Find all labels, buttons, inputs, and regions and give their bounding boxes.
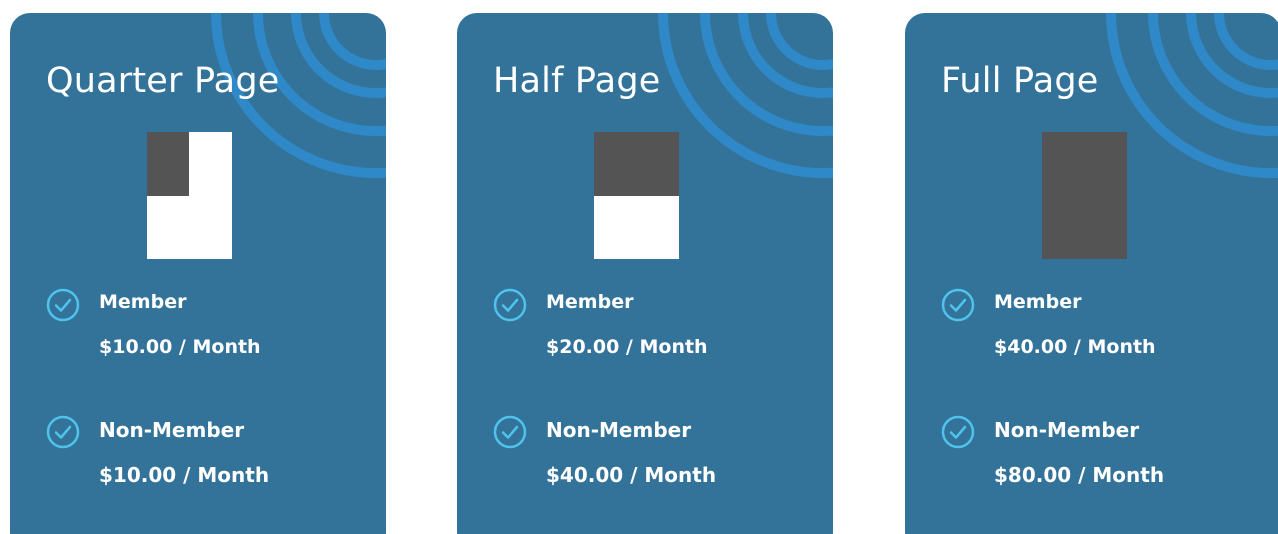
tier-price: $40.00 / Month bbox=[994, 336, 1156, 358]
pricing-card-quarter-page: Quarter Page Member $10.00 / Month Non-M… bbox=[10, 13, 386, 534]
page-fill-region bbox=[1042, 132, 1127, 259]
check-circle-icon bbox=[941, 288, 975, 322]
tier-price: $10.00 / Month bbox=[99, 336, 261, 358]
page-size-icon bbox=[147, 132, 232, 259]
concentric-arcs-icon bbox=[658, 13, 833, 178]
tier-label: Member bbox=[546, 291, 634, 313]
concentric-arcs-icon bbox=[1106, 13, 1278, 178]
card-title: Full Page bbox=[941, 61, 1099, 101]
tier-label: Member bbox=[99, 291, 187, 313]
check-circle-icon bbox=[493, 415, 527, 449]
tier-price: $80.00 / Month bbox=[994, 463, 1165, 487]
tier-price: $20.00 / Month bbox=[546, 336, 708, 358]
pricing-cards: Quarter Page Member $10.00 / Month Non-M… bbox=[0, 0, 1278, 534]
tier-label: Non-Member bbox=[99, 418, 245, 442]
tier-price: $10.00 / Month bbox=[99, 463, 270, 487]
card-title: Quarter Page bbox=[46, 61, 280, 101]
pricing-card-half-page: Half Page Member $20.00 / Month Non-Memb… bbox=[457, 13, 833, 534]
tier-label: Non-Member bbox=[546, 418, 692, 442]
card-title: Half Page bbox=[493, 61, 661, 101]
check-circle-icon bbox=[493, 288, 527, 322]
check-circle-icon bbox=[46, 415, 80, 449]
tier-price: $40.00 / Month bbox=[546, 463, 717, 487]
tier-label: Member bbox=[994, 291, 1082, 313]
page-size-icon bbox=[594, 132, 679, 259]
page-fill-region bbox=[594, 132, 679, 196]
tier-label: Non-Member bbox=[994, 418, 1140, 442]
page-fill-region bbox=[147, 132, 189, 196]
page-size-icon bbox=[1042, 132, 1127, 259]
check-circle-icon bbox=[46, 288, 80, 322]
concentric-arcs-icon bbox=[211, 13, 386, 178]
pricing-card-full-page: Full Page Member $40.00 / Month Non-Memb… bbox=[905, 13, 1278, 534]
check-circle-icon bbox=[941, 415, 975, 449]
